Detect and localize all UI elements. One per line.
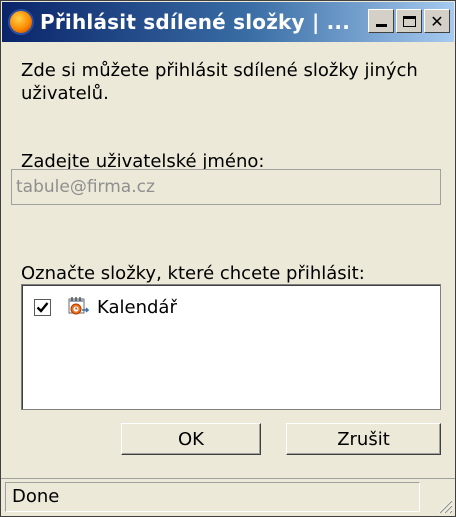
folder-label: Kalendář (97, 296, 177, 318)
cancel-button[interactable]: Zrušit (286, 423, 441, 455)
ok-button[interactable]: OK (121, 423, 261, 455)
folder-checkbox[interactable] (34, 298, 51, 316)
title-bar[interactable]: Přihlásit sdílené složky | ... ✕ (2, 2, 454, 42)
close-icon: ✕ (430, 11, 444, 31)
window-title: Přihlásit sdílené složky | ... (40, 10, 351, 34)
maximize-button[interactable] (396, 9, 422, 33)
dialog-window: Přihlásit sdílené složky | ... ✕ Zde si … (0, 0, 456, 517)
folder-list[interactable]: Kalendář (21, 284, 441, 410)
folders-label: Označte složky, které chcete přihlásit: (21, 263, 365, 284)
calendar-icon (67, 296, 90, 318)
firefox-icon (8, 9, 34, 35)
status-text: Done (5, 482, 420, 512)
maximize-icon (402, 15, 416, 27)
minimize-button[interactable] (368, 9, 394, 33)
close-button[interactable]: ✕ (424, 9, 450, 33)
username-field[interactable] (11, 169, 441, 205)
intro-text: Zde si můžete přihlásit sdílené složky j… (21, 60, 418, 104)
dialog-body: Zde si můžete přihlásit sdílené složky j… (21, 59, 441, 172)
resize-grip-icon[interactable] (435, 496, 453, 514)
check-icon (36, 301, 49, 313)
list-item[interactable]: Kalendář (34, 296, 177, 318)
window-controls: ✕ (368, 9, 450, 33)
minimize-icon (375, 24, 387, 27)
status-bar: Done (1, 478, 455, 516)
